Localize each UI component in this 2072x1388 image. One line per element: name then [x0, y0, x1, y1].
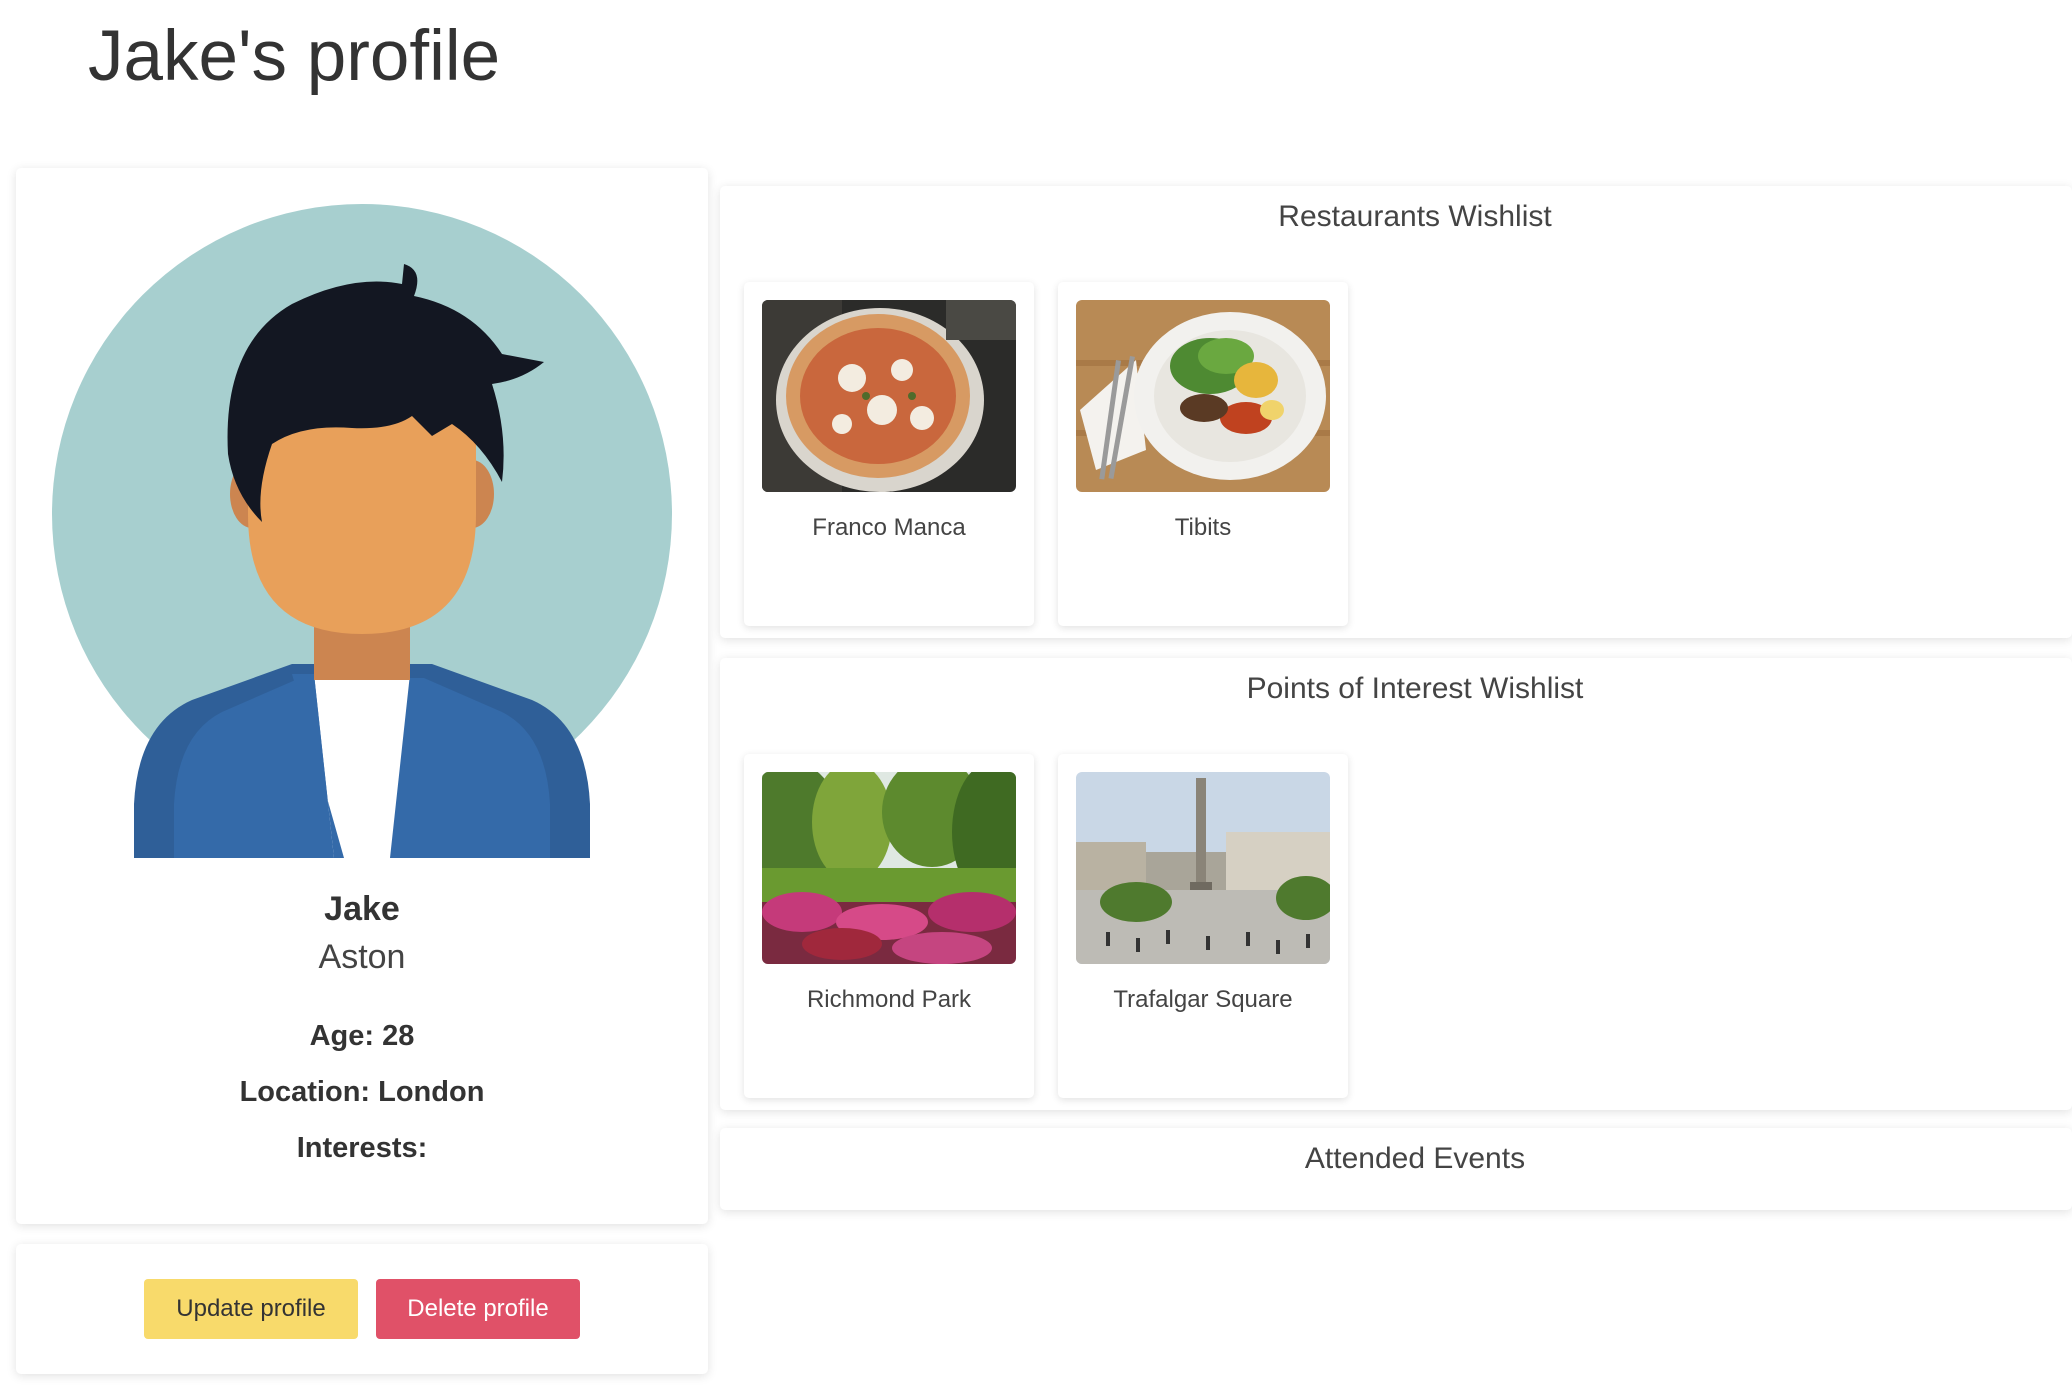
profile-interests: Interests:	[296, 1132, 428, 1164]
profile-last-name: Aston	[318, 938, 406, 976]
salad-plate-photo	[1076, 300, 1330, 492]
delete-profile-button[interactable]: Delete profile	[376, 1279, 580, 1339]
park-photo	[762, 772, 1016, 964]
profile-first-name: Jake	[324, 890, 400, 928]
square-photo	[1076, 772, 1330, 964]
points-of-interest-wishlist-title: Points of Interest Wishlist	[1246, 672, 1584, 705]
poi-card[interactable]: Richmond Park	[744, 754, 1034, 1098]
pizza-photo	[762, 300, 1016, 492]
points-of-interest-wishlist: Points of Interest Wishlist Richmond Par…	[720, 658, 2072, 1110]
restaurant-name: Franco Manca	[812, 514, 966, 541]
page-title: Jake's profile	[88, 17, 501, 96]
profile-age: Age: 28	[309, 1020, 415, 1052]
restaurants-wishlist-title: Restaurants Wishlist	[1278, 200, 1552, 233]
poi-card[interactable]: Trafalgar Square	[1058, 754, 1348, 1098]
restaurant-card[interactable]: Tibits	[1058, 282, 1348, 626]
profile-actions: Update profile Delete profile	[16, 1244, 708, 1374]
restaurants-wishlist: Restaurants Wishlist Franco Manca Tibits	[720, 186, 2072, 638]
restaurant-card[interactable]: Franco Manca	[744, 282, 1034, 626]
poi-name: Richmond Park	[806, 986, 972, 1013]
poi-name: Trafalgar Square	[1113, 986, 1293, 1013]
attended-events-title: Attended Events	[1304, 1142, 1526, 1175]
restaurant-name: Tibits	[1174, 514, 1232, 541]
profile-card: Jake Aston Age: 28 Location: London Inte…	[16, 168, 708, 1224]
profile-location: Location: London	[239, 1076, 485, 1108]
attended-events: Attended Events	[720, 1128, 2072, 1210]
avatar	[52, 204, 672, 858]
update-profile-button[interactable]: Update profile	[144, 1279, 358, 1339]
